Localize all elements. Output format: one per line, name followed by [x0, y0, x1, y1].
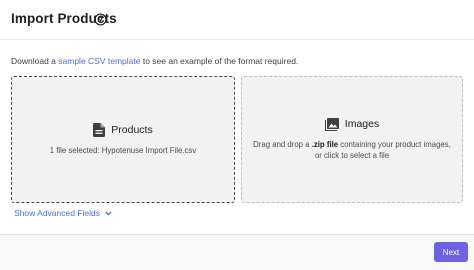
import-description: Download a sample CSV template to see an…	[11, 56, 298, 66]
images-dropzone-header: Images	[324, 117, 380, 131]
products-file-status: 1 file selected: Hypotenuse Import File.…	[49, 145, 197, 155]
modal-footer: Next	[0, 234, 474, 270]
show-advanced-fields-label: Show Advanced Fields	[14, 208, 100, 218]
chevron-down-icon	[105, 210, 112, 216]
description-text-end: to see an example of the format required…	[140, 56, 299, 66]
products-dropzone[interactable]: Products 1 file selected: Hypotenuse Imp…	[11, 76, 235, 203]
products-label: Products	[111, 123, 153, 136]
sample-csv-link[interactable]: sample CSV template	[58, 56, 140, 66]
images-dropzone[interactable]: Images Drag and drop a .zip file contain…	[241, 76, 463, 203]
images-label: Images	[344, 118, 380, 130]
help-circle-icon[interactable]	[94, 13, 107, 26]
show-advanced-fields-toggle[interactable]: Show Advanced Fields	[14, 208, 112, 218]
next-button[interactable]: Next	[434, 242, 468, 262]
modal-header: Import Products	[0, 0, 474, 40]
images-instructions-start: Drag and drop a	[253, 139, 312, 149]
products-dropzone-header: Products	[93, 122, 153, 137]
description-text-start: Download a	[11, 56, 59, 66]
document-icon	[93, 122, 106, 137]
images-instructions-end: containing your product images,	[338, 139, 451, 149]
images-instructions: Drag and drop a .zip file containing you…	[253, 139, 451, 162]
zip-file-emphasis: .zip file	[311, 139, 339, 149]
images-instructions-line2: or click to select a file	[314, 151, 390, 160]
image-icon	[324, 117, 339, 131]
